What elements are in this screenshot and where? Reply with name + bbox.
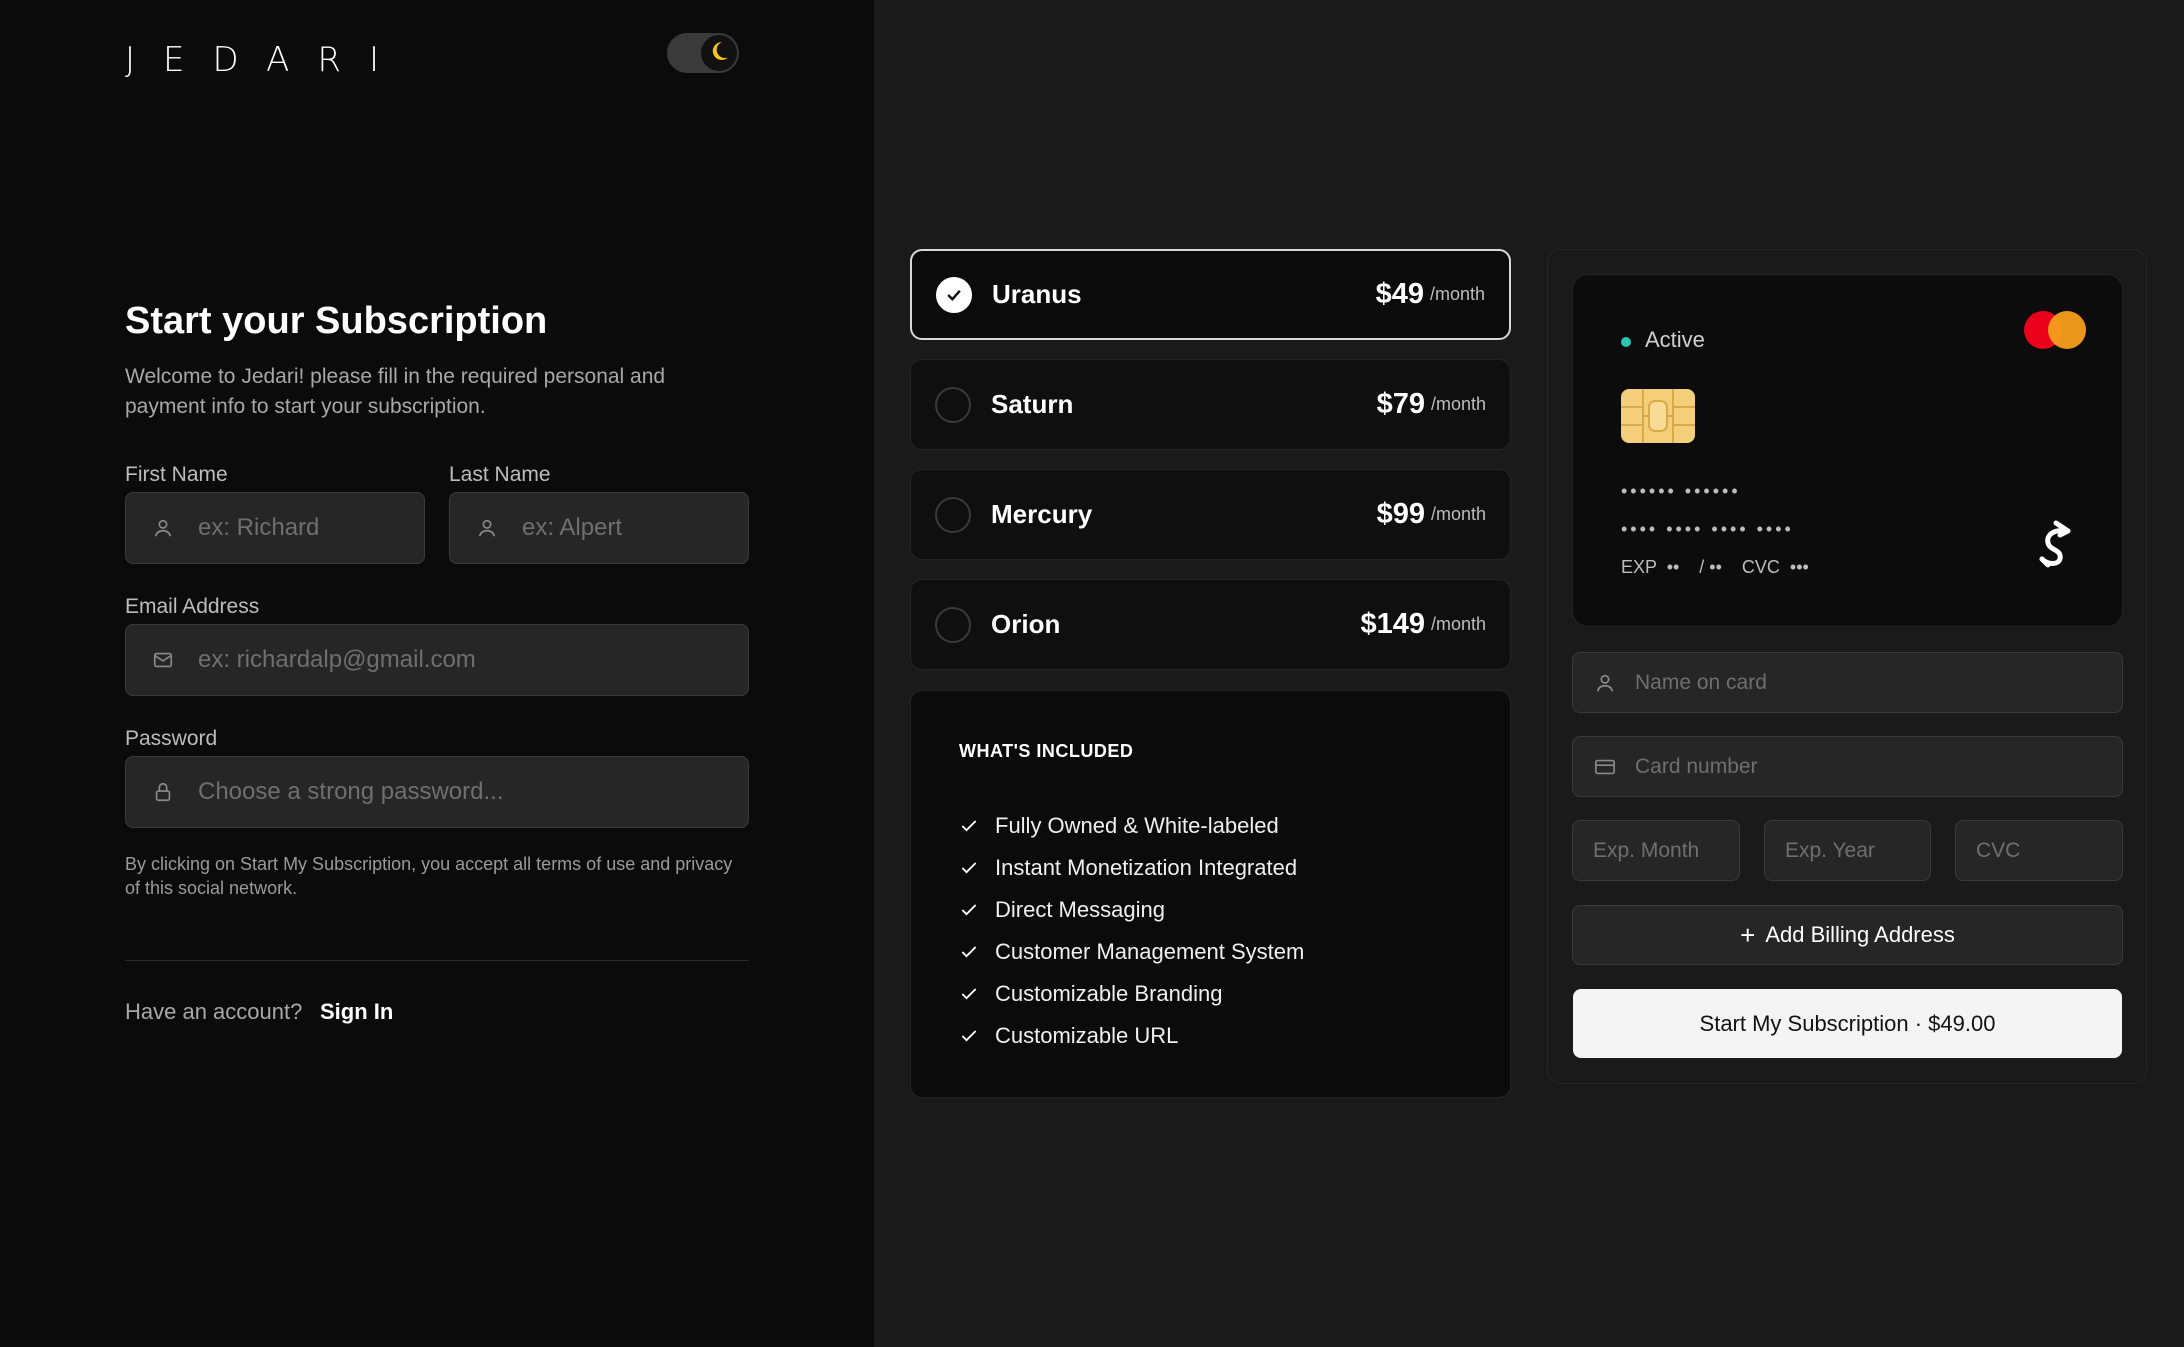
check-icon [947,289,961,301]
list-item: Customer Management System [959,931,1304,973]
plan-option-mercury[interactable]: Mercury $99 /month [910,469,1511,560]
theme-toggle-knob [701,35,737,71]
mastercard-icon [2024,311,2086,349]
check-icon [959,816,983,836]
list-item: Direct Messaging [959,889,1304,931]
plan-period: /month [1429,284,1485,304]
jedari-logo: JEDARI [125,40,408,80]
included-item: Instant Monetization Integrated [995,855,1298,880]
check-icon [959,900,983,920]
plan-period: /month [1430,504,1486,524]
account-prompt: Have an account? [125,999,303,1024]
email-label: Email Address [125,595,260,618]
email-field[interactable]: ex: richardalp@gmail.com [125,624,749,696]
plan-price: $79 [1376,388,1425,420]
last-name-label: Last Name [449,463,551,486]
exp-month-field[interactable]: Exp. Month [1572,820,1740,881]
start-subscription-label: Start My Subscription · $49.00 [1699,1010,1996,1036]
plan-name: Saturn [991,389,1074,419]
password-label: Password [125,727,218,750]
included-item: Fully Owned & White-labeled [995,813,1279,838]
last-name-field[interactable]: ex: Alpert [449,492,749,564]
divider [125,960,749,961]
password-field[interactable]: Choose a strong password... [125,756,749,828]
password-placeholder: Choose a strong password... [198,778,504,805]
exp-year-placeholder: Exp. Year [1785,838,1875,862]
plan-name: Orion [991,609,1061,639]
included-item: Customizable URL [995,1023,1179,1048]
check-icon [959,858,983,878]
list-item: Customizable URL [959,1015,1304,1057]
plan-period: /month [1430,614,1486,634]
card-status: Active [1645,327,1705,352]
email-placeholder: ex: richardalp@gmail.com [198,646,476,673]
plan-radio[interactable] [935,606,971,643]
card-name-mask: •••••• •••••• [1621,481,1741,501]
status-dot [1621,337,1631,347]
cvc-placeholder: CVC [1976,838,2021,862]
included-item: Direct Messaging [995,897,1165,922]
plan-option-saturn[interactable]: Saturn $79 /month [910,359,1511,450]
card-chip-icon [1621,389,1695,443]
card-exp-mask: EXP •• / •• CVC ••• [1621,557,1809,577]
lock-icon [150,779,176,805]
list-item: Instant Monetization Integrated [959,847,1304,889]
plan-radio-selected[interactable] [936,276,972,313]
user-icon [474,515,500,541]
card-preview: Active •••••• •••••• •••• •••• •••• ••••… [1572,274,2123,627]
mail-icon [150,647,176,673]
included-title: WHAT'S INCLUDED [959,741,1134,761]
plan-option-orion[interactable]: Orion $149 /month [910,579,1511,670]
plan-name: Mercury [991,499,1093,529]
plan-name: Uranus [992,279,1082,309]
plan-price: $149 [1360,608,1425,640]
moon-icon [707,39,731,68]
sign-in-link[interactable]: Sign In [320,999,393,1025]
plan-period: /month [1430,394,1486,414]
first-name-field[interactable]: ex: Richard [125,492,425,564]
included-list: Fully Owned & White-labeled Instant Mone… [959,805,1304,1057]
name-on-card-placeholder: Name on card [1635,670,1767,694]
plan-price: $49 [1375,278,1424,310]
brand-s-icon [2026,515,2082,571]
plan-option-uranus[interactable]: Uranus $49 /month [910,249,1511,340]
card-number-field[interactable]: Card number [1572,736,2123,797]
add-billing-label: Add Billing Address [1765,922,1955,947]
add-billing-address-button[interactable]: + Add Billing Address [1572,905,2123,965]
last-name-placeholder: ex: Alpert [522,514,623,541]
page-subtitle: Welcome to Jedari! please fill in the re… [125,365,666,418]
theme-toggle[interactable] [667,33,739,73]
name-on-card-field[interactable]: Name on card [1572,652,2123,713]
user-icon [1593,671,1617,695]
plan-price: $99 [1376,498,1425,530]
credit-card-icon [1593,755,1617,779]
included-item: Customizable Branding [995,981,1223,1006]
page-title: Start your Subscription [125,300,548,342]
start-subscription-button[interactable]: Start My Subscription · $49.00 [1573,989,2122,1058]
user-icon [150,515,176,541]
plan-radio[interactable] [935,386,971,423]
cvc-field[interactable]: CVC [1955,820,2123,881]
plan-radio[interactable] [935,496,971,533]
signup-panel: JEDARI Start your Subscription Welcome t… [0,0,874,1347]
card-number-placeholder: Card number [1635,754,1758,778]
check-icon [959,1026,983,1046]
terms-notice: By clicking on Start My Subscription, yo… [125,854,733,898]
check-icon [959,942,983,962]
list-item: Fully Owned & White-labeled [959,805,1304,847]
first-name-label: First Name [125,463,228,486]
card-number-mask: •••• •••• •••• •••• [1621,519,1794,539]
exp-year-field[interactable]: Exp. Year [1764,820,1931,881]
whats-included-panel: WHAT'S INCLUDED Fully Owned & White-labe… [910,690,1511,1098]
plus-icon: + [1740,919,1756,950]
exp-month-placeholder: Exp. Month [1593,838,1700,862]
first-name-placeholder: ex: Richard [198,514,320,541]
check-icon [959,984,983,1004]
list-item: Customizable Branding [959,973,1304,1015]
included-item: Customer Management System [995,939,1305,964]
